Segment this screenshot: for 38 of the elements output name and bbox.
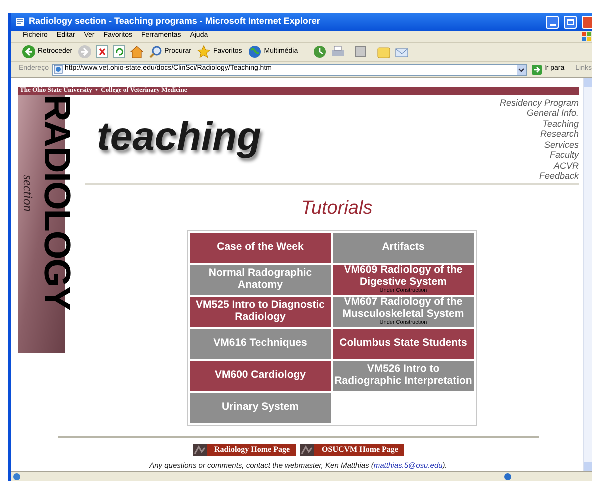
search-icon: [148, 45, 163, 59]
stop-icon[interactable]: [96, 45, 109, 59]
section-title: Tutorials: [301, 198, 373, 218]
globe-icon: [248, 45, 262, 59]
maximize-button[interactable]: [564, 16, 577, 28]
nav-link[interactable]: Teaching: [542, 118, 579, 130]
banner-title: RADIOLOGY: [39, 94, 76, 310]
windows-logo-icon: [582, 32, 592, 42]
window-title: Radiology section - Teaching programs - Microsoft Internet Explorer: [29, 15, 322, 28]
tutorial-tile[interactable]: VM600 Cardiology: [190, 360, 331, 391]
footer-link-button[interactable]: OSUCVM Home Page: [300, 444, 404, 456]
page-heading: teaching: [97, 116, 262, 161]
tutorial-tile[interactable]: Case of the Week: [190, 232, 331, 263]
nav-link[interactable]: Services: [544, 140, 579, 150]
close-button[interactable]: [582, 16, 592, 28]
banner-subtitle: section: [22, 174, 35, 212]
nav-link[interactable]: Feedback: [539, 171, 579, 182]
nav-link[interactable]: General Info.: [526, 108, 579, 119]
tutorial-tile[interactable]: Columbus State Students: [333, 328, 474, 359]
back-arrow-icon: [22, 45, 36, 59]
thumbnail-icon: [300, 444, 314, 456]
nav-link[interactable]: Faculty: [550, 150, 579, 161]
tutorial-tile[interactable]: VM525 Intro to Diagnostic Radiology: [190, 296, 331, 327]
history-icon[interactable]: [313, 45, 328, 59]
thumbnail-icon: [192, 444, 206, 456]
nav-link[interactable]: ACVR: [554, 160, 579, 172]
mail-icon[interactable]: [395, 46, 410, 58]
refresh-icon[interactable]: [112, 45, 126, 59]
nav-link[interactable]: Research: [540, 129, 579, 140]
printer-icon[interactable]: [331, 45, 346, 59]
minimize-button[interactable]: [546, 16, 559, 28]
nav-link[interactable]: Residency Program: [500, 98, 579, 108]
globe-icon: [504, 472, 512, 480]
home-icon[interactable]: [130, 45, 144, 59]
scrollbar[interactable]: [583, 78, 592, 471]
star-icon: [197, 45, 212, 59]
go-arrow-icon: [532, 64, 542, 74]
footer-link-button[interactable]: Radiology Home Page: [192, 444, 296, 456]
